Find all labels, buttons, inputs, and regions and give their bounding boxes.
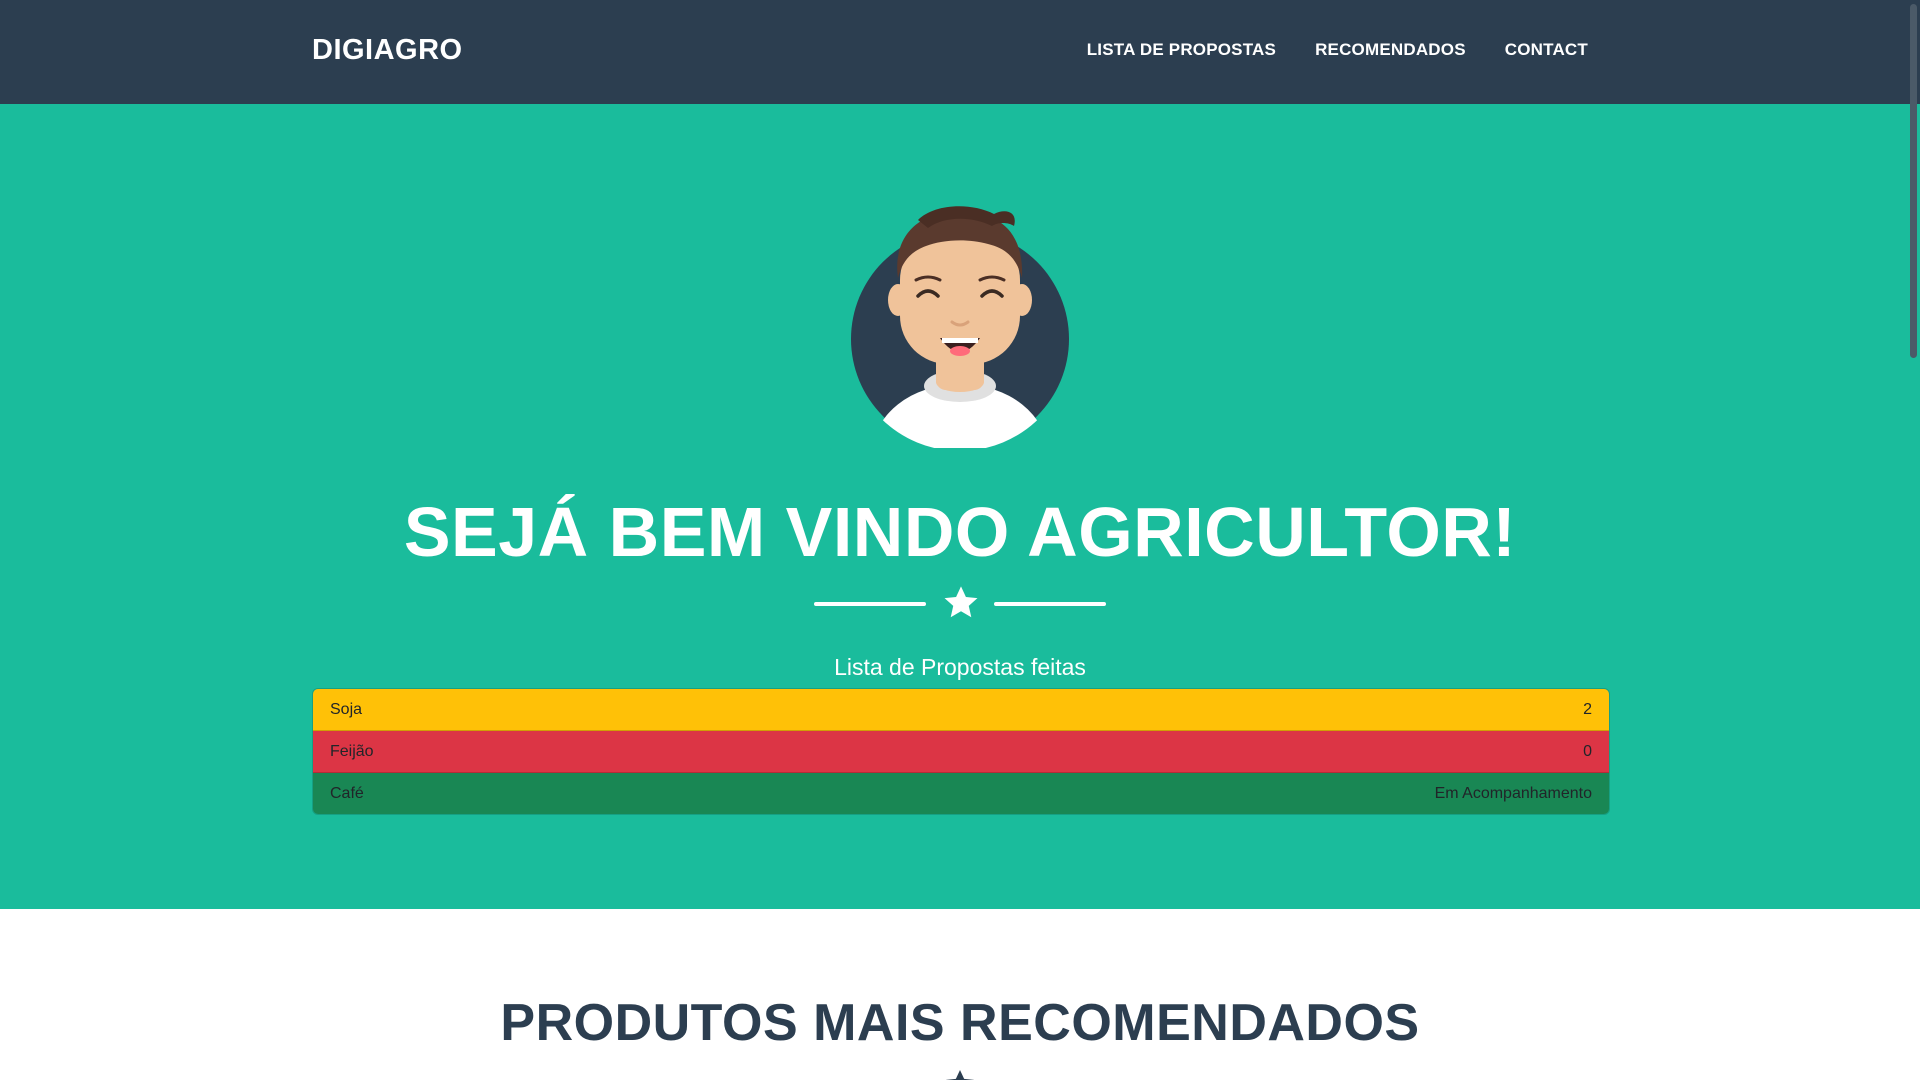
hero-section: SEJÁ BEM VINDO AGRICULTOR! Lista de Prop… — [0, 104, 1920, 909]
proposal-item-feijao[interactable]: Feijão 0 — [313, 731, 1609, 773]
hero-divider — [814, 582, 1106, 626]
farmer-avatar-icon — [851, 206, 1069, 448]
proposal-status: Em Acompanhamento — [1434, 785, 1592, 802]
proposals-list-title: Lista de Propostas feitas — [834, 654, 1086, 680]
star-icon — [944, 586, 978, 618]
proposal-item-cafe[interactable]: Café Em Acompanhamento — [313, 773, 1609, 814]
proposal-status: 2 — [1583, 701, 1592, 718]
nav-link-recomendados[interactable]: RECOMENDADOS — [1315, 40, 1466, 60]
nav-links: LISTA DE PROPOSTAS RECOMENDADOS CONTACT — [1087, 40, 1588, 60]
proposal-item-soja[interactable]: Soja 2 — [313, 689, 1609, 731]
scrollbar-thumb[interactable] — [1910, 4, 1917, 358]
nav-link-lista-de-propostas[interactable]: LISTA DE PROPOSTAS — [1087, 40, 1276, 60]
star-icon — [946, 1070, 974, 1080]
proposal-name: Café — [330, 785, 364, 802]
divider-line-left — [814, 602, 926, 606]
section-title: PRODUTOS MAIS RECOMENDADOS — [500, 994, 1420, 1052]
page-scrollbar[interactable] — [1906, 0, 1920, 1080]
brand-logo[interactable]: DIGIAGRO — [312, 34, 463, 67]
top-navbar: DIGIAGRO LISTA DE PROPOSTAS RECOMENDADOS… — [0, 0, 1920, 104]
proposal-name: Soja — [330, 701, 363, 718]
proposal-name: Feijão — [330, 743, 374, 760]
proposals-list: Soja 2 Feijão 0 Café Em Acompanhamento — [312, 688, 1610, 815]
nav-link-contact[interactable]: CONTACT — [1505, 40, 1588, 60]
hero-title: SEJÁ BEM VINDO AGRICULTOR! — [403, 493, 1517, 571]
proposal-status: 0 — [1583, 743, 1592, 760]
divider-line-right — [994, 602, 1106, 606]
